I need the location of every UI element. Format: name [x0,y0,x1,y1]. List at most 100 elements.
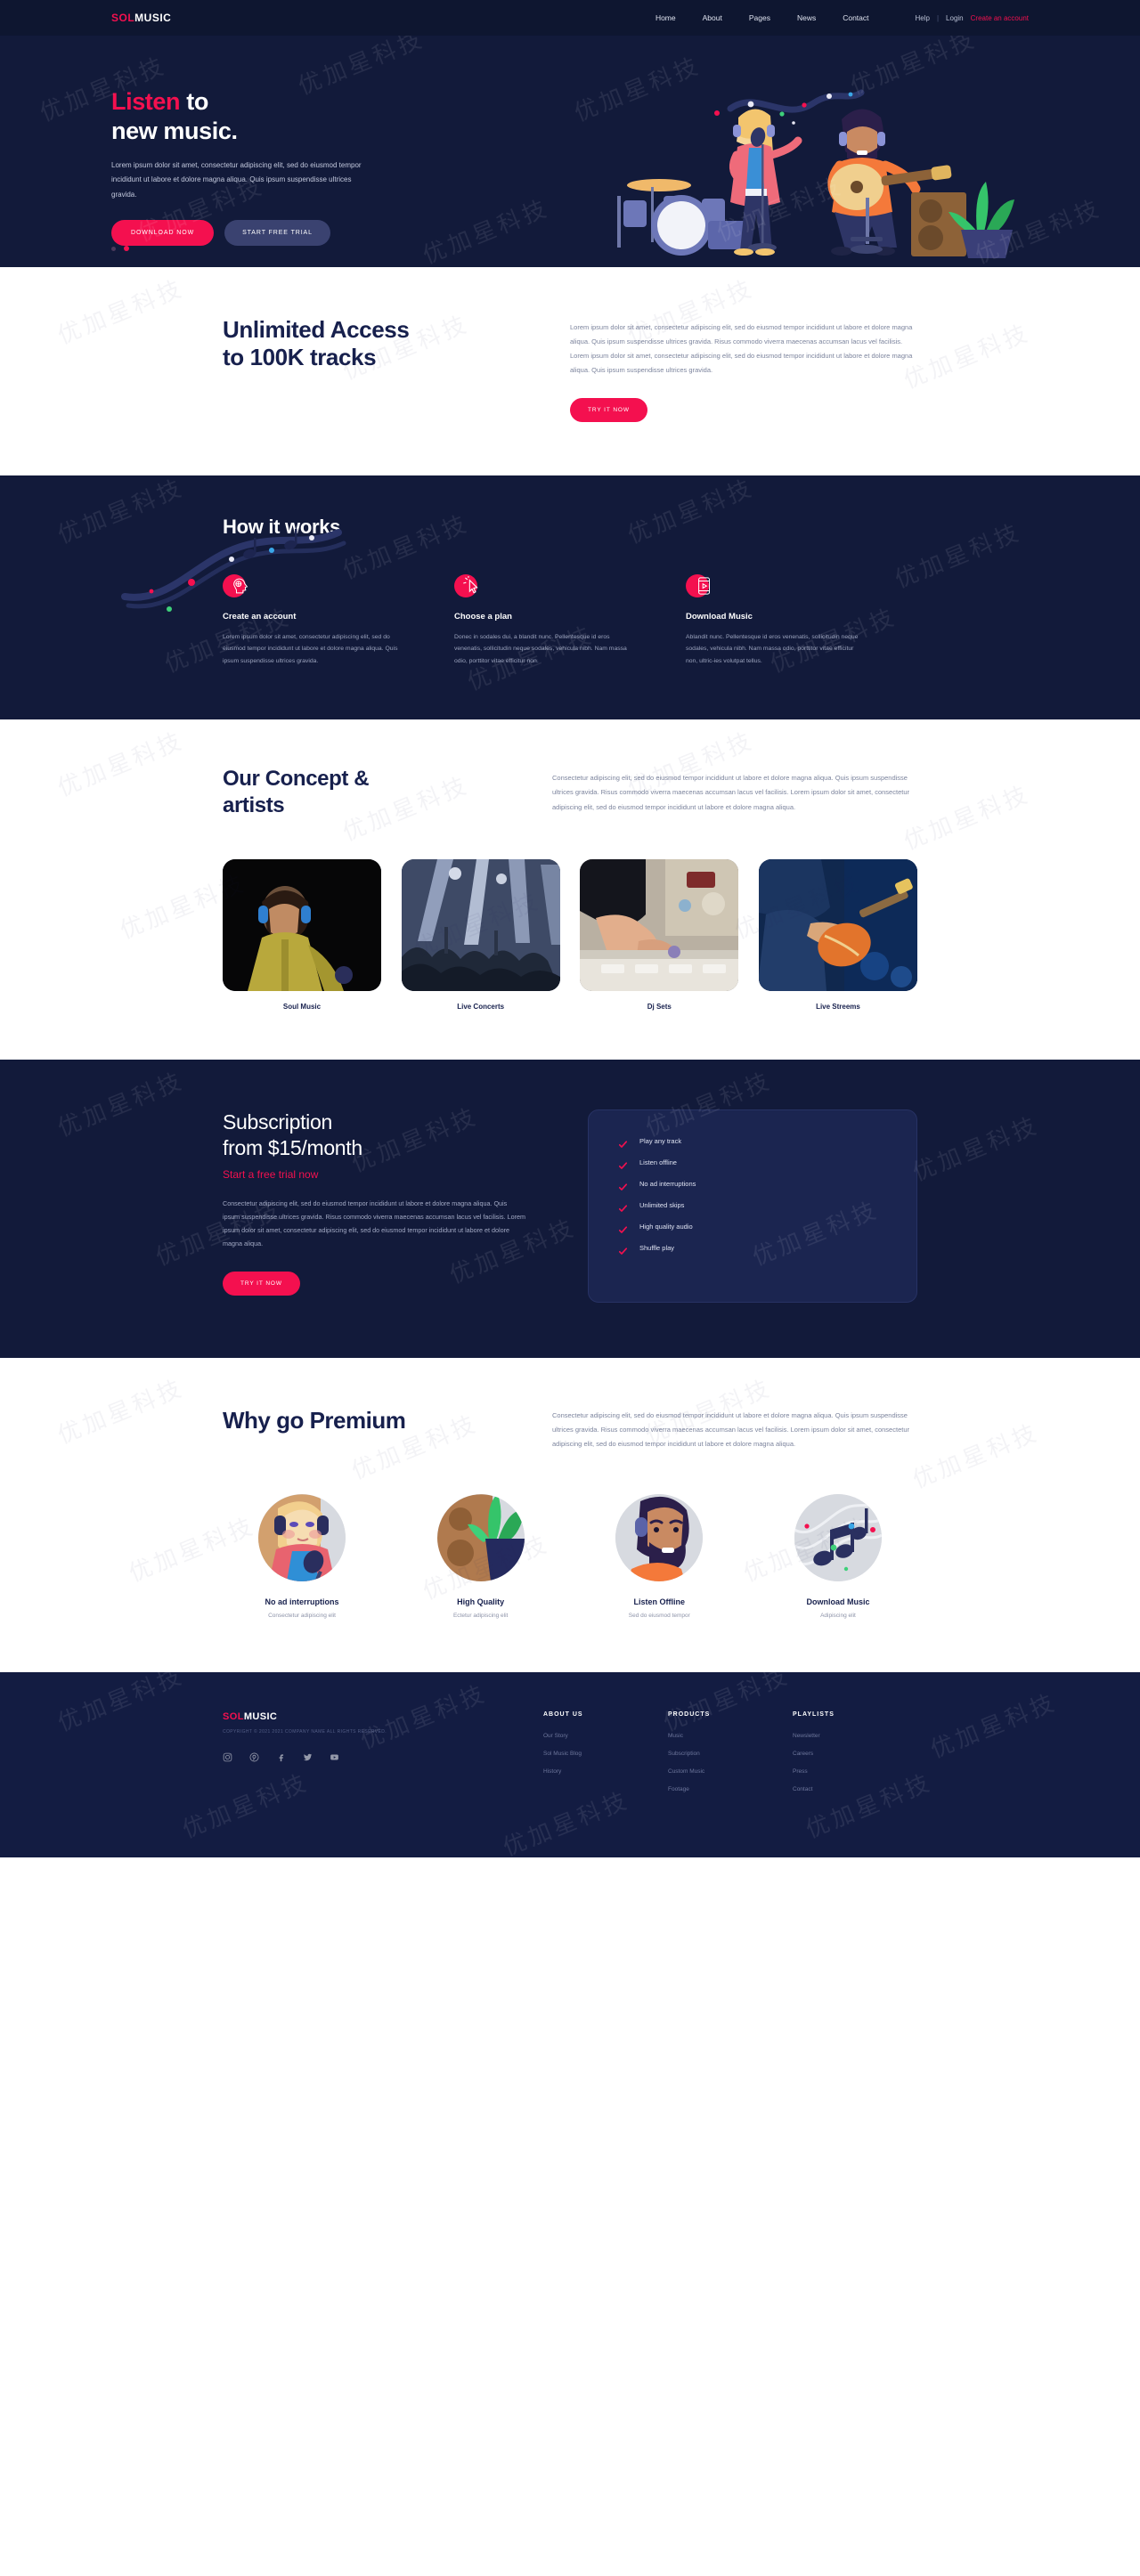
concept-card-dj-sets[interactable]: Dj Sets [580,858,739,1011]
footer-link-press[interactable]: Press [793,1768,917,1775]
footer-link-careers[interactable]: Careers [793,1751,917,1757]
check-icon [618,1244,628,1255]
logo-sol: SOL [111,12,135,24]
twitter-icon[interactable] [303,1751,313,1761]
watermark: 优加星科技 [900,319,1035,394]
head-idea-icon [223,573,248,597]
watermark: 优加星科技 [900,781,1035,857]
feature-item: No ad interruptions [618,1180,886,1190]
feature-item: Play any track [618,1137,886,1148]
hero-copy: Listen to new music. Lorem ipsum dolor si… [111,36,468,267]
copyright-text: COPYRIGHT © 2021 2021 COMPANY NAME ALL R… [223,1729,387,1735]
feature-item: High quality audio [618,1222,886,1233]
subscription-paragraph: Consectetur adipiscing elit, sed do eius… [223,1199,525,1248]
start-free-trial-button[interactable]: START FREE TRIAL [224,220,330,247]
footer-link-custom-music[interactable]: Custom Music [668,1768,793,1775]
mobile-play-icon [686,573,711,597]
subscription-try-it-now-button[interactable]: TRY IT NOW [223,1272,300,1296]
premium-card-no-ad-interruptions: No ad interruptions Consectetur adipisci… [223,1494,381,1619]
singer-with-headphones-photo [223,858,381,991]
unlimited-cta-wrap: TRY IT NOW [570,397,917,422]
premium-card-title: Download Music [806,1597,870,1607]
subscription-section: 优加星科技 优加星科技 优加星科技 优加星科技 优加星科技 优加星科技 优加星科… [0,1059,1140,1358]
subscription-copy: Subscription from $15/month Start a free… [223,1109,552,1303]
nav-item-home[interactable]: Home [656,13,676,22]
footer-column-heading: ABOUT US [543,1711,583,1719]
footer-link-footage[interactable]: Footage [668,1786,793,1792]
premium-card-title: High Quality [457,1597,505,1607]
download-now-button[interactable]: DOWNLOAD NOW [111,220,215,247]
facebook-icon[interactable] [276,1751,286,1762]
carousel-dot-1[interactable] [111,246,116,251]
nav-item-pages[interactable]: Pages [749,13,770,22]
premium-card-high-quality: High Quality Ectetur adipiscing elit [402,1494,560,1619]
band-illustration [617,89,1014,258]
concept-card-live-concerts[interactable]: Live Concerts [401,858,560,1011]
pinterest-icon[interactable] [249,1751,259,1762]
create-account-link[interactable]: Create an account [971,14,1029,22]
feature-label: High quality audio [639,1222,693,1231]
check-icon [618,1158,628,1169]
youtube-icon[interactable] [330,1751,339,1760]
footer-logo[interactable]: SOLMUSIC [223,1711,517,1722]
nav-item-contact[interactable]: Contact [843,13,868,22]
concept-card-caption: Live Concerts [457,1002,505,1011]
logo-music: MUSIC [134,12,172,24]
hero-paragraph: Lorem ipsum dolor sit amet, consectetur … [111,160,362,199]
how-step-title: Download Music [686,611,753,622]
footer-link-subscription[interactable]: Subscription [668,1751,793,1757]
concept-paragraph: Consectetur adipiscing elit, sed do eius… [552,774,909,811]
cursor-click-icon [454,573,478,597]
footer-link-sol-music-blog[interactable]: Sol Music Blog [543,1751,668,1757]
speaker-plant-avatar [436,1494,525,1582]
how-step-download-music: Download Music Ablandit nunc. Pellentesq… [686,573,917,669]
footer-link-history[interactable]: History [543,1768,668,1775]
check-icon [618,1137,628,1148]
music-wave-decoration [121,528,346,612]
feature-item: Listen offline [618,1158,886,1169]
unlimited-try-it-now-button[interactable]: TRY IT NOW [570,397,647,422]
login-link[interactable]: Login [946,14,964,22]
header-utility-links: Help | Login Create an account [916,14,1029,22]
premium-card-subtitle: Sed do eiusmod tempor [628,1613,690,1620]
dj-mixer-hands-photo [580,858,739,991]
footer-column-products: PRODUCTS Music Subscription Custom Music… [668,1711,793,1804]
nav-item-news[interactable]: News [797,13,816,22]
unlimited-heading-block: Unlimited Access to 100K tracks [223,316,570,422]
subscription-subtitle: Start a free trial now [223,1167,319,1181]
subscription-title: Subscription from $15/month [223,1109,552,1162]
premium-cards: No ad interruptions Consectetur adipisci… [223,1494,917,1619]
concept-section: 优加星科技 优加星科技 优加星科技 优加星科技 优加星科技 优加星科技 优加星科… [0,719,1140,1060]
how-it-works-section: 优加星科技 优加星科技 优加星科技 优加星科技 优加星科技 优加星科技 优加星科… [0,475,1140,720]
concept-card-caption: Soul Music [282,1002,322,1011]
subscription-title-line2: from $15/month [223,1136,362,1160]
how-step-text: Ablandit nunc. Pellentesque id eros vene… [686,633,859,665]
instagram-icon[interactable] [223,1751,232,1762]
help-link[interactable]: Help [916,14,930,22]
premium-section: 优加星科技 优加星科技 优加星科技 优加星科技 优加星科技 优加星科技 优加星科… [0,1357,1140,1673]
concept-card-soul-music[interactable]: Soul Music [223,858,381,1011]
footer-link-contact[interactable]: Contact [793,1786,917,1792]
carousel-dot-2-active[interactable] [124,246,129,251]
footer-link-music[interactable]: Music [668,1733,793,1739]
concept-text-block: Consectetur adipiscing elit, sed do eius… [552,766,917,818]
carousel-dots [111,246,129,251]
feature-label: Unlimited skips [639,1200,685,1209]
feature-label: Shuffle play [639,1243,675,1252]
feature-item: Shuffle play [618,1243,886,1255]
footer-column-playlists: PLAYLISTS Newsletter Careers Press Conta… [793,1711,917,1804]
premium-paragraph: Consectetur adipiscing elit, sed do eius… [552,1410,909,1449]
hero-title-rest: to [180,88,208,115]
concept-card-live-streams[interactable]: Live Streems [758,858,917,1011]
music-notes-avatar [794,1494,882,1582]
concept-card-caption: Dj Sets [647,1002,672,1011]
unlimited-paragraph: Lorem ipsum dolor sit amet, consectetur … [570,323,913,375]
site-logo[interactable]: SOLMUSIC [111,12,171,24]
footer-link-our-story[interactable]: Our Story [543,1733,668,1739]
watermark: 优加星科技 [53,274,189,350]
footer-link-newsletter[interactable]: Newsletter [793,1733,917,1739]
concept-cards: Soul Music Live Concerts Dj Sets Live St… [223,858,917,1011]
nav-item-about[interactable]: About [703,13,722,22]
premium-card-subtitle: Adipiscing elit [820,1613,856,1620]
footer-logo-music: MUSIC [243,1711,278,1723]
